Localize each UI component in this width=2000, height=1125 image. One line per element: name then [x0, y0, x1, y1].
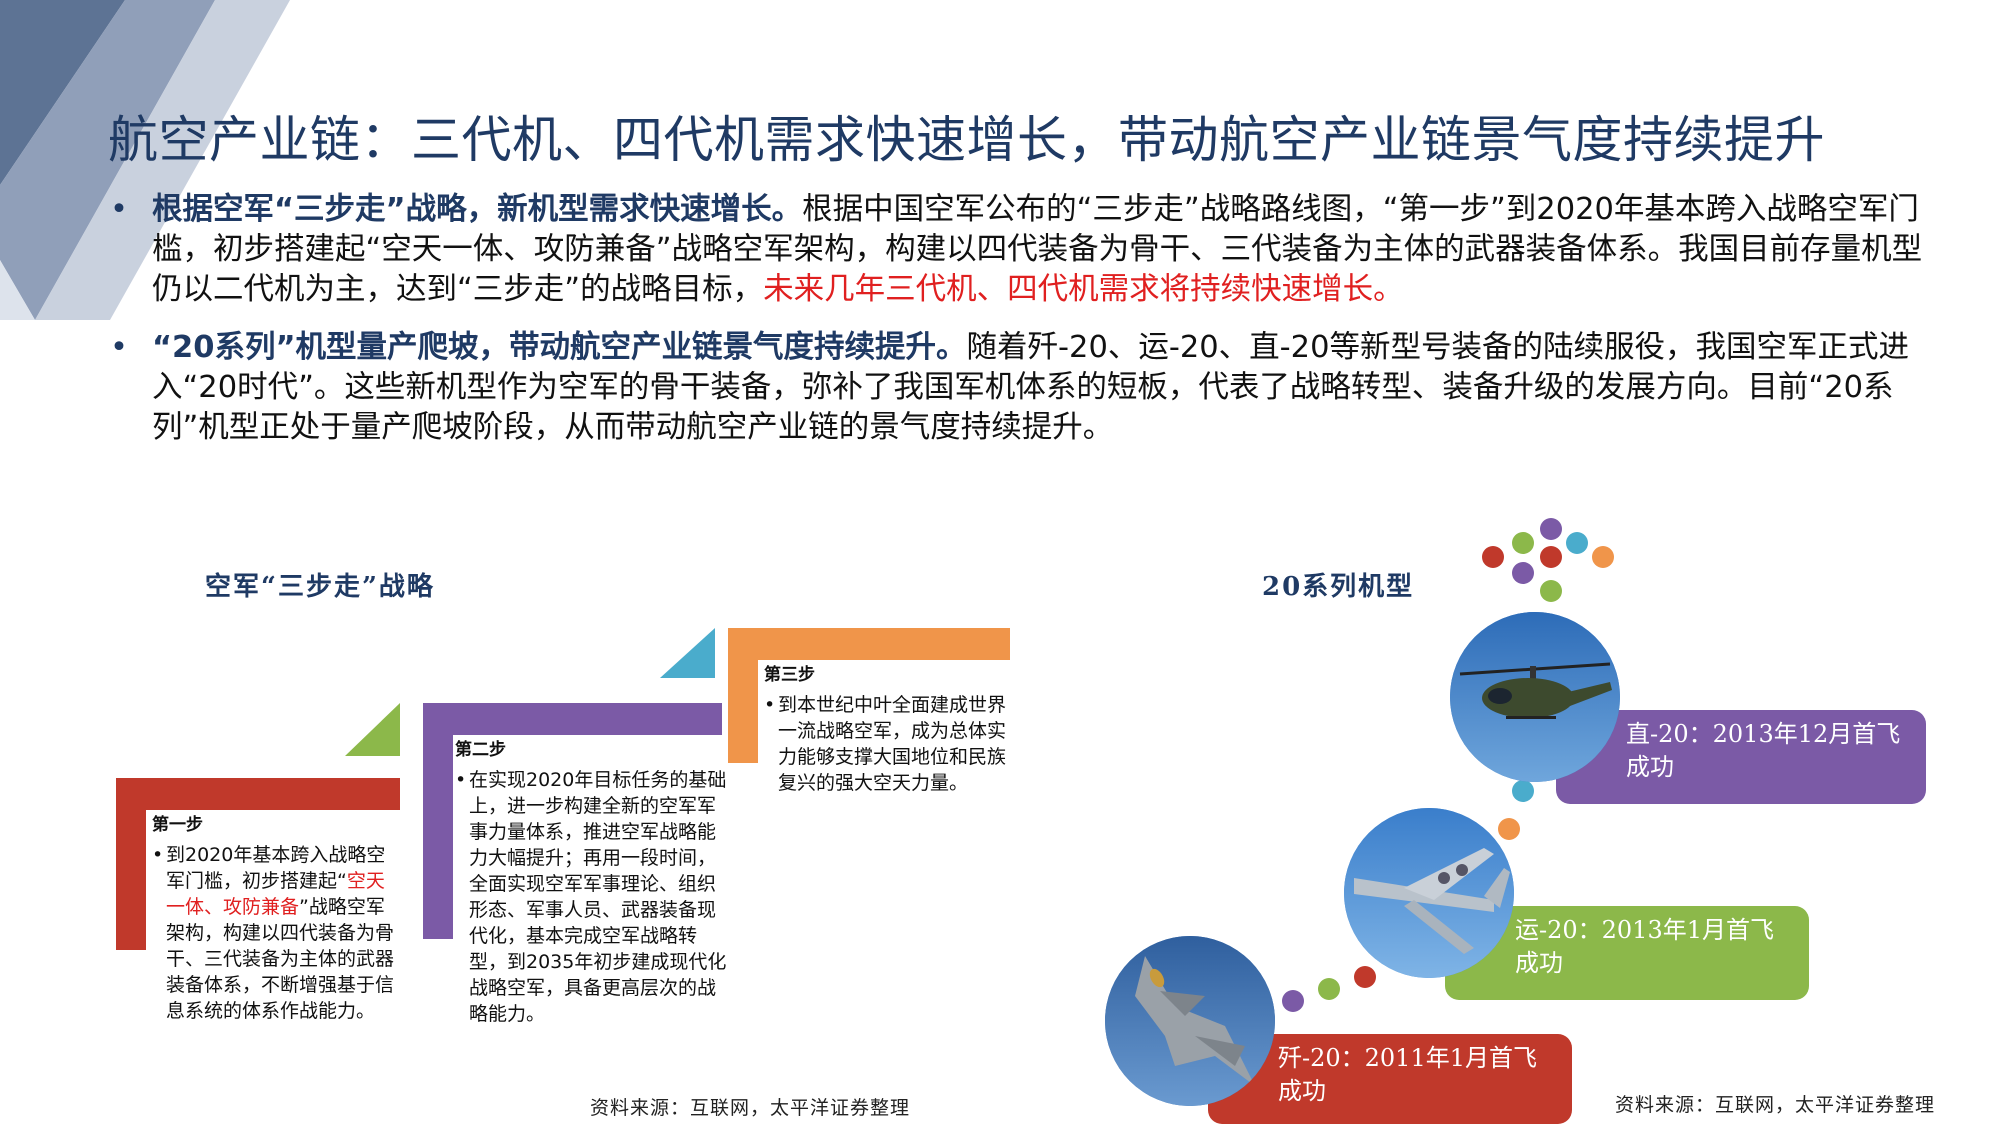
step1-content: • 到2020年基本跨入战略空军门槛，初步搭建起“空天一体、攻防兼备”战略空军架构…	[152, 844, 395, 1022]
connector-dot	[1318, 978, 1340, 1000]
step2-vertical	[423, 703, 453, 939]
bullet-dot: •	[110, 192, 128, 227]
step1-vertical	[116, 778, 146, 950]
connector-dot	[1498, 818, 1520, 840]
step1-triangle-icon	[345, 703, 400, 756]
transport-plane-icon	[1344, 808, 1514, 978]
step3-vertical	[728, 628, 758, 763]
page-title: 航空产业链：三代机、四代机需求快速增长，带动航空产业链景气度持续提升	[108, 111, 1825, 169]
connector-dot	[1282, 990, 1304, 1012]
bullet-heading: “20系列”机型量产爬坡，带动航空产业链景气度持续提升。	[152, 330, 967, 365]
step2-bar	[423, 703, 722, 735]
step1-bar	[116, 778, 400, 810]
step3-content: • 到本世纪中叶全面建成世界一流战略空军，成为总体实力能够支撑大国地位和民族复兴的…	[764, 694, 1007, 794]
bullet-item-20-series: • “20系列”机型量产爬坡，带动航空产业链景气度持续提升。随着歼-20、运-2…	[108, 328, 1938, 448]
bullet-dot: •	[110, 330, 128, 365]
fighter-jet-icon	[1105, 936, 1275, 1106]
aircraft-photo-y20	[1344, 808, 1514, 978]
left-source-note: 资料来源：互联网，太平洋证券整理	[590, 1097, 911, 1119]
connector-dot	[1512, 780, 1534, 802]
dot-cluster	[1482, 518, 1662, 608]
bullet-highlight: 未来几年三代机、四代机需求将持续快速增长。	[763, 272, 1404, 307]
aircraft-photo-j20	[1105, 936, 1275, 1106]
step2-card: 第二步 • 在实现2020年目标任务的基础上，进一步构建全新的空军军事力量体系，推…	[455, 737, 727, 1027]
step3-bar	[728, 628, 1010, 660]
step3-card: 第三步 • 到本世纪中叶全面建成世界一流战略空军，成为总体实力能够支撑大国地位和民…	[764, 662, 1014, 796]
right-source-note: 资料来源：互联网，太平洋证券整理	[1615, 1094, 1936, 1116]
step2-triangle-icon	[660, 628, 715, 678]
step2-content: • 在实现2020年目标任务的基础上，进一步构建全新的空军军事力量体系，推进空军战…	[455, 769, 727, 1025]
aircraft-photo-z20	[1450, 612, 1620, 782]
step2-label: 第二步	[455, 740, 506, 760]
bullet-list: • 根据空军“三步走”战略，新机型需求快速增长。根据中国空军公布的“三步走”战略…	[108, 190, 1938, 466]
bullet-heading: 根据空军“三步走”战略，新机型需求快速增长。	[152, 192, 803, 227]
helicopter-icon	[1450, 612, 1620, 782]
step1-card: 第一步 • 到2020年基本跨入战略空军门槛，初步搭建起“空天一体、攻防兼备”战略…	[152, 812, 402, 1024]
step3-label: 第三步	[764, 665, 815, 685]
aircraft-section-title: 20系列机型	[1262, 572, 1415, 602]
bullet-item-strategy: • 根据空军“三步走”战略，新机型需求快速增长。根据中国空军公布的“三步走”战略…	[108, 190, 1938, 310]
strategy-section-title: 空军“三步走”战略	[205, 572, 435, 602]
step1-label: 第一步	[152, 815, 203, 835]
connector-dot	[1354, 966, 1376, 988]
